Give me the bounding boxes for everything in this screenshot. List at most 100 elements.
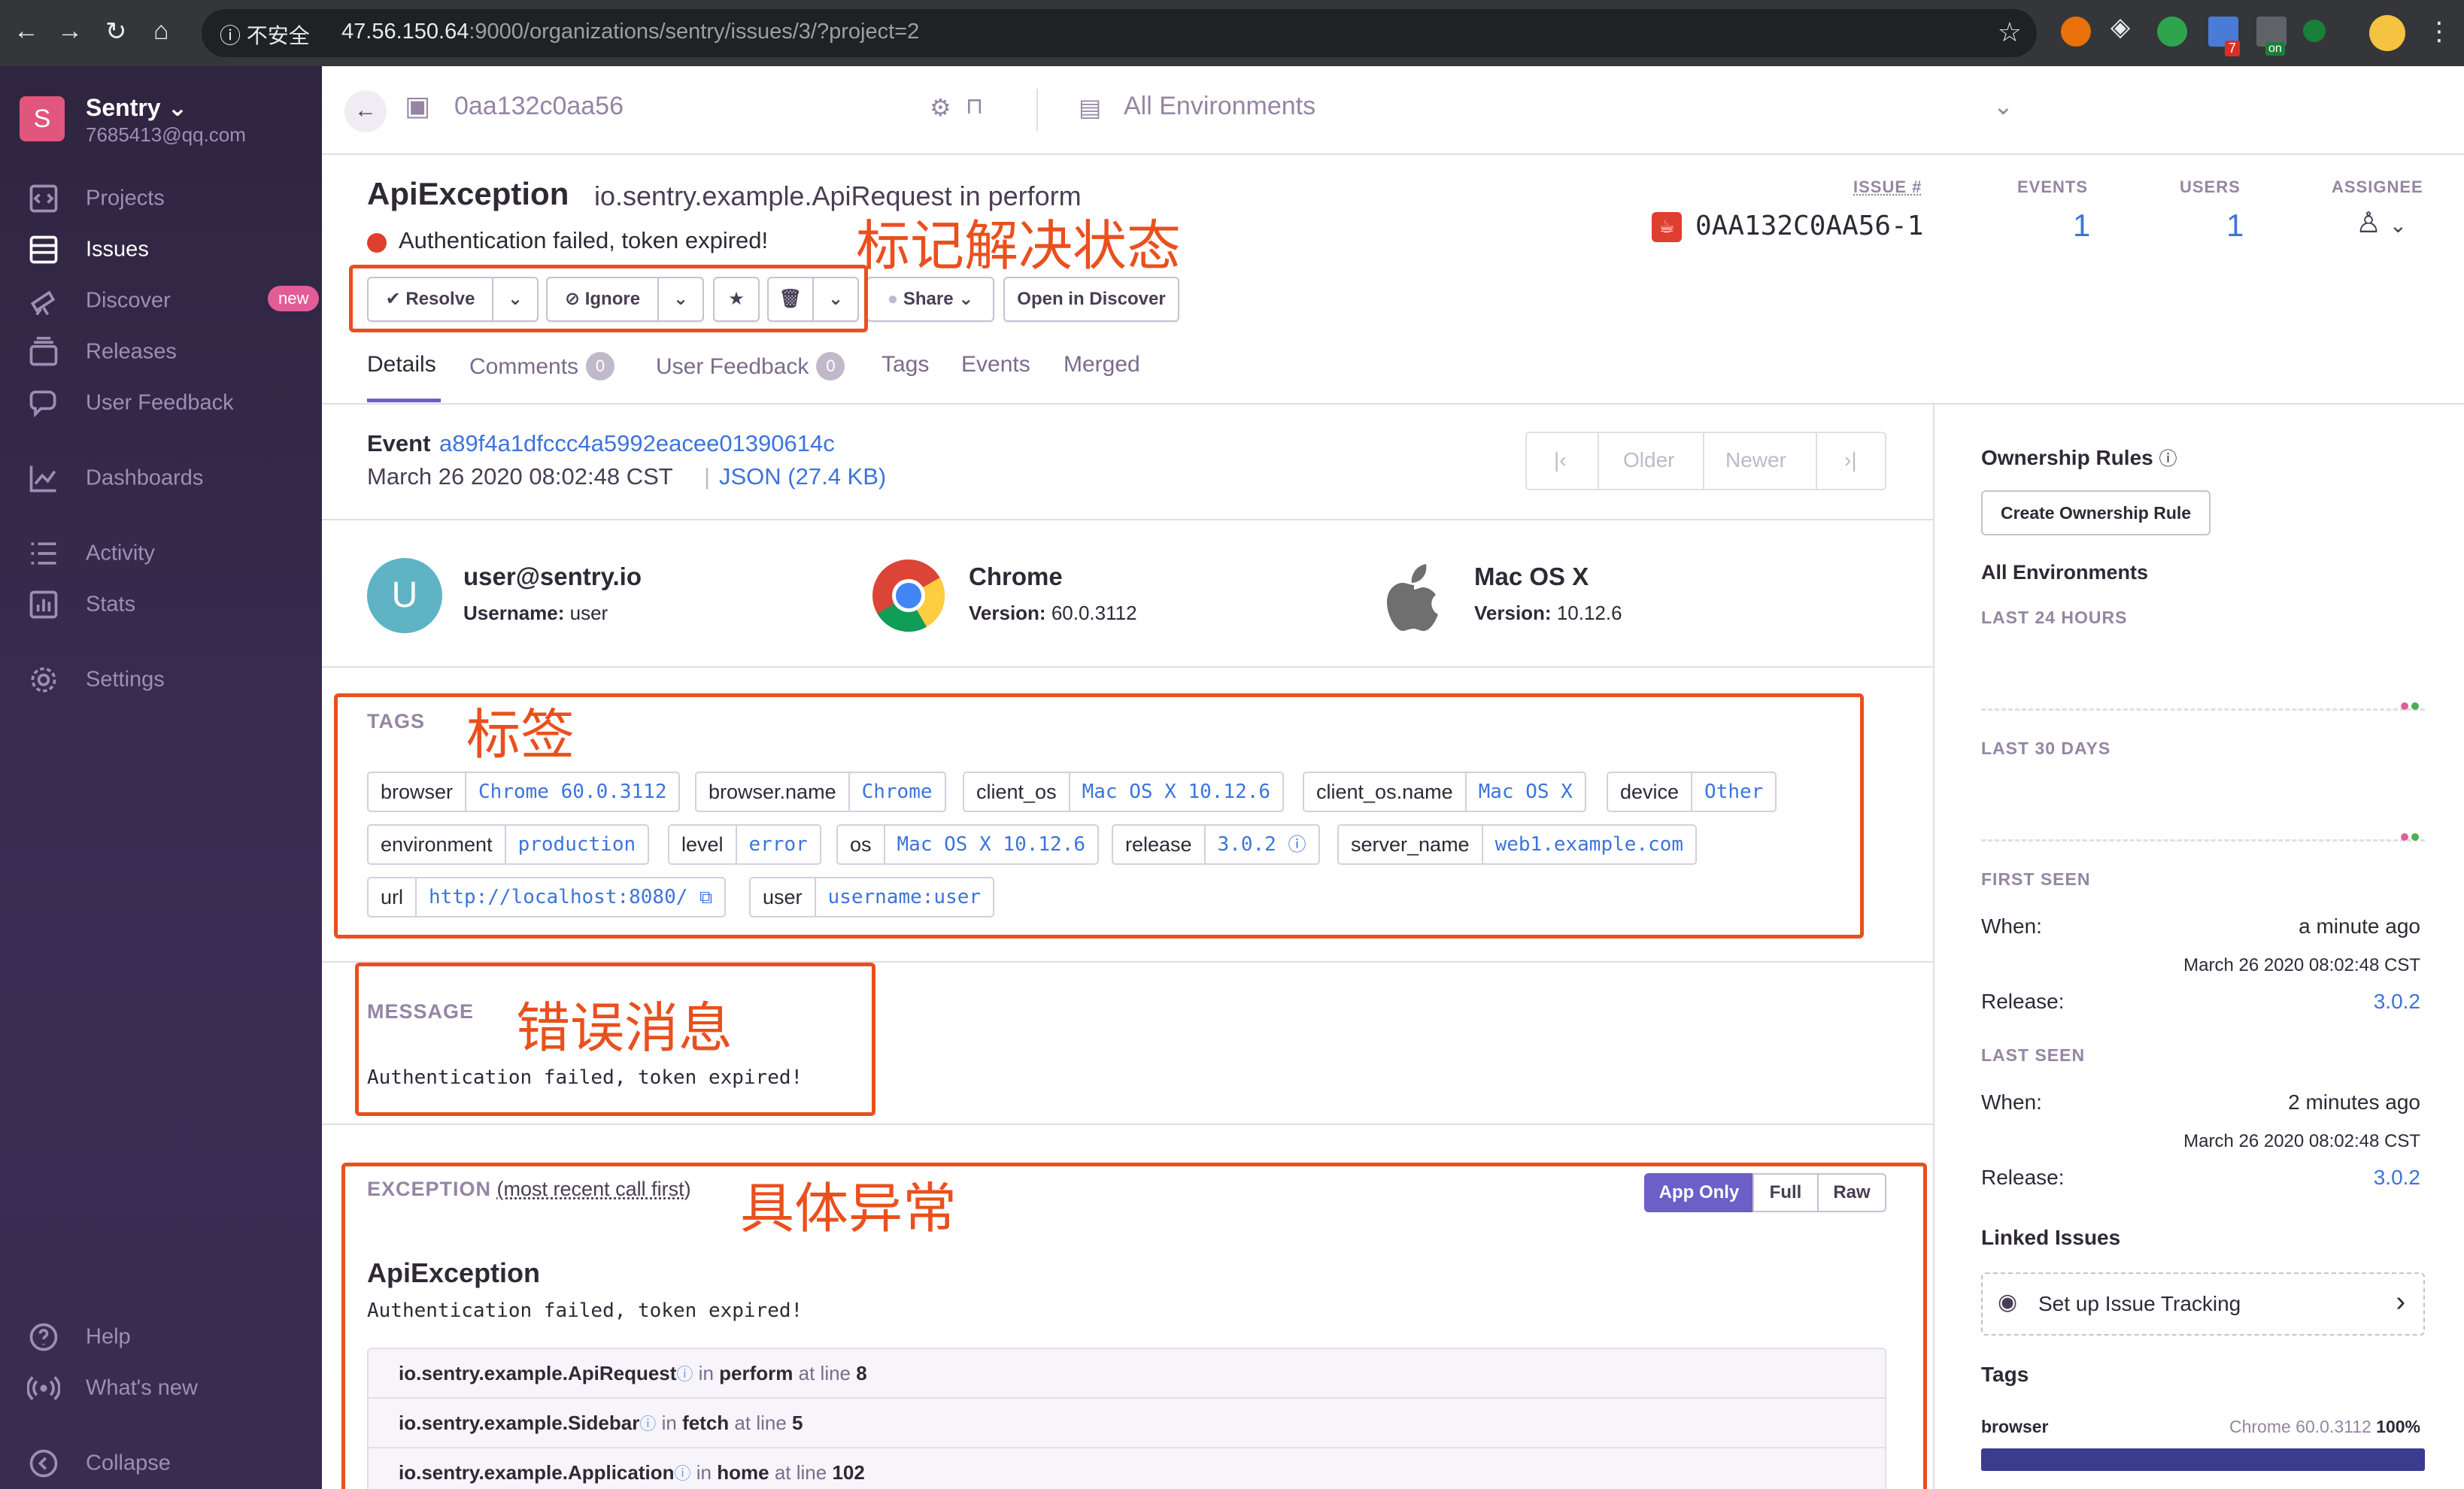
sidebar-item-projects[interactable]: Projects [27,182,165,218]
bookmark-star-icon[interactable]: ☆ [1998,17,2022,48]
pager-divider [1598,433,1599,489]
sidebar-item-dashboards[interactable]: Dashboards [27,462,203,498]
assignee-dropdown[interactable]: ♙ ⌄ [2356,206,2407,240]
url-text[interactable]: 47.56.150.64:9000/organizations/sentry/i… [341,20,919,44]
last-30-days-label: LAST 30 DAYS [1981,738,2111,758]
browser-toolbar: ← → ↻ ⌂ ⓘ 不安全 47.56.150.64:9000/organiza… [0,0,2464,66]
home-icon[interactable]: ⌂ [153,17,169,46]
tag-distribution-bar[interactable] [1981,1448,2425,1471]
tag-distribution-top-value: Chrome 60.0.3112 [2229,1417,2371,1436]
first-seen-when-value: a minute ago [2299,914,2420,938]
os-version-value: 10.12.6 [1556,602,1622,624]
last-seen-when-value: 2 minutes ago [2288,1090,2420,1114]
chevron-down-icon[interactable]: ⌄ [1993,92,2013,120]
last-seen-release-link[interactable]: 3.0.2 [2374,1166,2420,1190]
sidebar-item-label: Collapse [86,1451,171,1475]
lock-icon[interactable]: ⊓ [966,93,983,120]
newer-button[interactable]: Newer [1725,448,1786,472]
first-event-icon[interactable]: |‹ [1554,448,1567,472]
users-count[interactable]: 1 [2226,208,2244,244]
sidebar-item-discover[interactable]: Discover new [27,284,320,320]
org-email: 7685413@qq.com [86,123,246,146]
activity-list-icon [31,542,56,565]
event-pager: |‹ Older Newer ›| [1525,432,1886,490]
user-avatar: U [367,558,442,633]
create-ownership-rule-button[interactable]: Create Ownership Rule [1981,490,2211,535]
share-status-dot-icon: ● [887,289,899,309]
annotation-exception: 具体异常 [740,1177,957,1240]
sidebar-item-releases[interactable]: Releases [27,335,177,371]
sidebar-collapse[interactable]: Collapse [27,1447,171,1483]
older-button[interactable]: Older [1623,448,1674,472]
org-name[interactable]: Sentry ⌄ [86,93,187,122]
sidebar-item-settings[interactable]: Settings [27,663,165,699]
events-label: EVENTS [2017,177,2089,196]
environment-selector[interactable]: All Environments [1124,92,1315,121]
profile-avatar[interactable] [2369,15,2405,51]
first-seen-release-label: Release: [1981,990,2065,1013]
broadcast-icon [27,1376,60,1400]
extension-icon[interactable] [2061,17,2091,47]
extension-pin-icon[interactable] [2303,20,2326,42]
event-id-link[interactable]: a89f4a1dfccc4a5992eacee01390614c [439,430,835,457]
users-label: USERS [2180,177,2241,196]
open-in-discover-button[interactable]: Open in Discover [1003,277,1179,322]
browser-menu-icon[interactable]: ⋮ [2426,17,2452,47]
tab-merged[interactable]: Merged [1064,352,1140,378]
section-divider [322,1124,1933,1125]
tab-comments[interactable]: Comments 0 [469,352,615,381]
event-label: Event [367,430,431,456]
info-icon[interactable]: ⓘ [2159,449,2177,469]
extension-check-icon[interactable] [2157,17,2187,47]
stats-bar-icon [29,590,58,619]
setup-issue-tracking-label: Set up Issue Tracking [2038,1292,2241,1315]
user-icon: ♙ [2356,208,2382,239]
issue-short-id: 0aa132c0aa56 [454,92,624,120]
settings-gear-icon [31,667,56,693]
sparkline-point [2401,702,2408,710]
org-avatar[interactable]: S [20,96,65,141]
share-button[interactable]: ● Share ⌄ [866,277,994,322]
sidebar-item-label: Releases [86,339,177,364]
last-seen-when-label: When: [1981,1090,2042,1114]
tab-details[interactable]: Details [367,352,436,378]
active-tab-indicator [367,399,441,402]
tab-user-feedback[interactable]: User Feedback 0 [656,352,845,381]
extension-gem-icon[interactable]: ◈ [2110,12,2141,42]
sidebar-item-activity[interactable]: Activity [27,537,155,573]
feedback-count: 0 [816,352,845,381]
back-arrow-icon[interactable]: ← [14,17,39,46]
sidebar-item-issues[interactable]: Issues [27,233,149,269]
setup-issue-tracking-button[interactable]: ◉ Set up Issue Tracking › [1981,1272,2425,1336]
sidebar-item-label: Help [86,1324,131,1349]
chevron-right-icon: › [2396,1286,2405,1318]
tab-label: User Feedback [656,354,809,379]
project-settings-icon[interactable]: ⚙ [930,93,951,122]
sidebar-item-user-feedback[interactable]: User Feedback [27,387,234,423]
back-button[interactable]: ← [344,90,387,132]
first-seen-release-link[interactable]: 3.0.2 [2374,990,2420,1014]
address-bar[interactable]: ⓘ 不安全 47.56.150.64:9000/organizations/se… [202,9,2037,57]
sidebar-item-label: What's new [86,1375,198,1400]
url-path: :9000/organizations/sentry/issues/3/?pro… [469,20,920,44]
section-divider [322,519,1933,520]
reload-icon[interactable]: ↻ [105,17,127,47]
user-feedback-icon [29,390,56,418]
json-link[interactable]: JSON (27.4 KB) [719,463,886,490]
events-count[interactable]: 1 [2073,208,2090,244]
apple-os-icon [1387,564,1438,631]
forward-arrow-icon[interactable]: → [57,17,83,46]
tab-events[interactable]: Events [961,352,1030,378]
tag-distribution-pct: 100% [2376,1417,2420,1436]
chrome-browser-icon [872,560,945,632]
event-date: March 26 2020 08:02:48 CST [367,463,673,490]
sidebar-item-help[interactable]: Help [27,1321,131,1357]
tab-tags[interactable]: Tags [882,352,929,378]
releases-icon [29,336,58,366]
issue-message: Authentication failed, token expired! [399,227,769,253]
insecure-indicator[interactable]: ⓘ 不安全 [220,20,310,50]
sidebar-item-whats-new[interactable]: What's new [27,1372,198,1408]
sidebar-item-label: Projects [86,186,165,211]
sidebar-item-stats[interactable]: Stats [27,588,135,624]
last-event-icon[interactable]: ›| [1844,448,1857,472]
